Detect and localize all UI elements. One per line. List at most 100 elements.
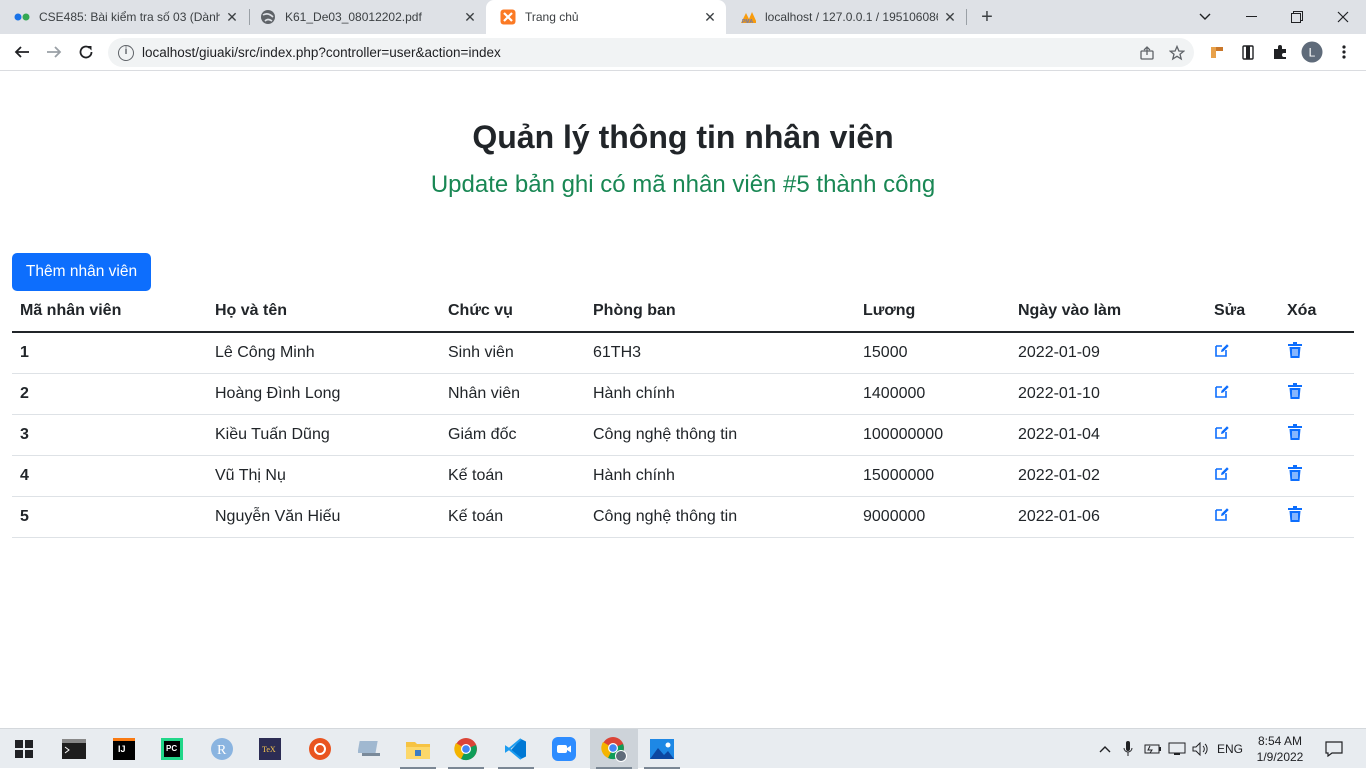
avatar[interactable]: L	[1300, 40, 1324, 64]
trash-icon[interactable]	[1287, 506, 1303, 522]
tab-title: localhost / 127.0.0.1 / 195106086	[765, 10, 938, 24]
clock[interactable]: 8:54 AM 1/9/2022	[1250, 733, 1310, 765]
cell-start-date: 2022-01-06	[1010, 496, 1206, 538]
battery-icon[interactable]	[1142, 729, 1164, 769]
cell-id: 2	[12, 373, 207, 415]
cell-edit	[1206, 496, 1279, 538]
column-header-start-date: Ngày vào làm	[1010, 291, 1206, 333]
minimize-icon[interactable]	[1228, 0, 1274, 34]
puzzle-icon[interactable]	[1268, 40, 1292, 64]
vscode-icon[interactable]	[492, 729, 540, 769]
cell-start-date: 2022-01-04	[1010, 414, 1206, 456]
close-icon[interactable]: ✕	[224, 9, 240, 25]
microphone-icon[interactable]	[1118, 729, 1138, 769]
page-content: Quản lý thông tin nhân viên Update bản g…	[0, 71, 1366, 728]
new-tab-icon[interactable]: +	[976, 6, 998, 28]
trash-icon[interactable]	[1287, 342, 1303, 359]
cell-position: Giám đốc	[440, 414, 585, 456]
table-row: 1 Lê Công Minh Sinh viên 61TH3 15000 2022-01-…	[12, 332, 1354, 374]
intellij-icon[interactable]: IJ	[100, 729, 148, 769]
share-icon[interactable]	[1134, 40, 1160, 66]
texstudio-icon[interactable]: TeX	[246, 729, 294, 769]
trash-icon[interactable]	[1287, 424, 1303, 440]
edit-icon[interactable]	[1214, 506, 1230, 522]
trash-icon[interactable]	[1287, 465, 1303, 481]
edit-icon[interactable]	[1214, 342, 1230, 358]
tab-pdf[interactable]: K61_De03_08012202.pdf ✕	[246, 0, 486, 34]
cell-name: Kiều Tuấn Dũng	[207, 414, 440, 456]
cell-delete	[1279, 496, 1354, 538]
edit-icon[interactable]	[1214, 424, 1230, 440]
phpmyadmin-icon: PMA	[740, 9, 756, 25]
reader-extension-icon[interactable]	[1236, 40, 1260, 64]
windows-start-icon[interactable]	[0, 729, 48, 769]
svg-text:PMA: PMA	[742, 19, 754, 24]
cell-edit	[1206, 373, 1279, 415]
terminal-icon[interactable]	[50, 729, 98, 769]
forward-icon[interactable]	[41, 39, 67, 65]
cell-delete	[1279, 414, 1354, 456]
column-header-salary: Lương	[855, 291, 1010, 333]
trash-icon[interactable]	[1287, 383, 1303, 399]
taskbar: IJ PC R TeX ENG 8:54 AM 1/9/2022	[0, 728, 1366, 769]
menu-dots-icon[interactable]	[1332, 40, 1356, 64]
language-indicator[interactable]: ENG	[1214, 729, 1246, 769]
tab-cse485[interactable]: CSE485: Bài kiểm tra số 03 (Dành ✕	[0, 0, 248, 34]
photos-icon[interactable]	[638, 729, 686, 769]
reload-icon[interactable]	[73, 39, 99, 65]
site-info-icon[interactable]: i	[118, 44, 134, 61]
address-bar[interactable]: i localhost/giuaki/src/index.php?control…	[108, 38, 1194, 67]
cell-salary: 1400000	[855, 373, 1010, 415]
edit-icon[interactable]	[1214, 465, 1230, 481]
vm-icon[interactable]	[346, 729, 394, 769]
file-explorer-icon[interactable]	[394, 729, 442, 769]
url-text[interactable]: localhost/giuaki/src/index.php?controlle…	[142, 45, 1134, 60]
zoom-icon[interactable]	[540, 729, 588, 769]
cell-department: 61TH3	[585, 332, 855, 374]
cell-start-date: 2022-01-09	[1010, 332, 1206, 374]
cell-position: Nhân viên	[440, 373, 585, 415]
cell-id: 1	[12, 332, 207, 374]
tab-divider	[966, 9, 967, 25]
r-icon[interactable]: R	[198, 729, 246, 769]
classroom-icon	[14, 9, 30, 25]
cell-delete	[1279, 455, 1354, 497]
column-header-edit: Sửa	[1206, 291, 1279, 333]
add-employee-button[interactable]: Thêm nhân viên	[12, 253, 151, 291]
edit-icon[interactable]	[1214, 383, 1230, 399]
bookmark-star-icon[interactable]	[1164, 40, 1190, 66]
column-header-id: Mã nhân viên	[12, 291, 207, 333]
cell-department: Công nghệ thông tin	[585, 414, 855, 456]
tab-title: K61_De03_08012202.pdf	[285, 10, 422, 24]
cell-salary: 15000	[855, 332, 1010, 374]
close-window-icon[interactable]	[1320, 0, 1366, 34]
show-hidden-icons-icon[interactable]	[1096, 729, 1114, 769]
clock-time: 8:54 AM	[1257, 734, 1303, 748]
tab-search-icon[interactable]	[1182, 0, 1228, 34]
browser-toolbar: i localhost/giuaki/src/index.php?control…	[0, 34, 1366, 71]
cell-position: Kế toán	[440, 455, 585, 497]
close-icon[interactable]: ✕	[462, 9, 478, 25]
back-icon[interactable]	[9, 39, 35, 65]
cell-delete	[1279, 332, 1354, 374]
extension-icon[interactable]	[1205, 40, 1229, 64]
tab-title: Trang chủ	[525, 10, 579, 24]
table-row: 2 Hoàng Đình Long Nhân viên Hành chính 14000…	[12, 373, 1354, 415]
chrome-profile-icon[interactable]	[590, 729, 638, 769]
close-icon[interactable]: ✕	[702, 9, 718, 25]
chrome-icon[interactable]	[442, 729, 490, 769]
column-header-position: Chức vụ	[440, 291, 585, 333]
cell-id: 4	[12, 455, 207, 497]
close-icon[interactable]: ✕	[942, 9, 958, 25]
network-icon[interactable]	[1166, 729, 1188, 769]
cell-department: Hành chính	[585, 373, 855, 415]
success-message: Update bản ghi có mã nhân viên #5 thành …	[430, 171, 936, 198]
restore-icon[interactable]	[1274, 0, 1320, 34]
avatar-initial: L	[1309, 46, 1316, 60]
tab-trang-chu[interactable]: Trang chủ ✕	[486, 0, 726, 34]
notification-icon[interactable]	[1318, 729, 1350, 769]
tab-phpmyadmin[interactable]: PMA localhost / 127.0.0.1 / 195106086 ✕	[726, 0, 966, 34]
ubuntu-icon[interactable]	[296, 729, 344, 769]
volume-icon[interactable]	[1190, 729, 1212, 769]
pycharm-icon[interactable]: PC	[148, 729, 196, 769]
